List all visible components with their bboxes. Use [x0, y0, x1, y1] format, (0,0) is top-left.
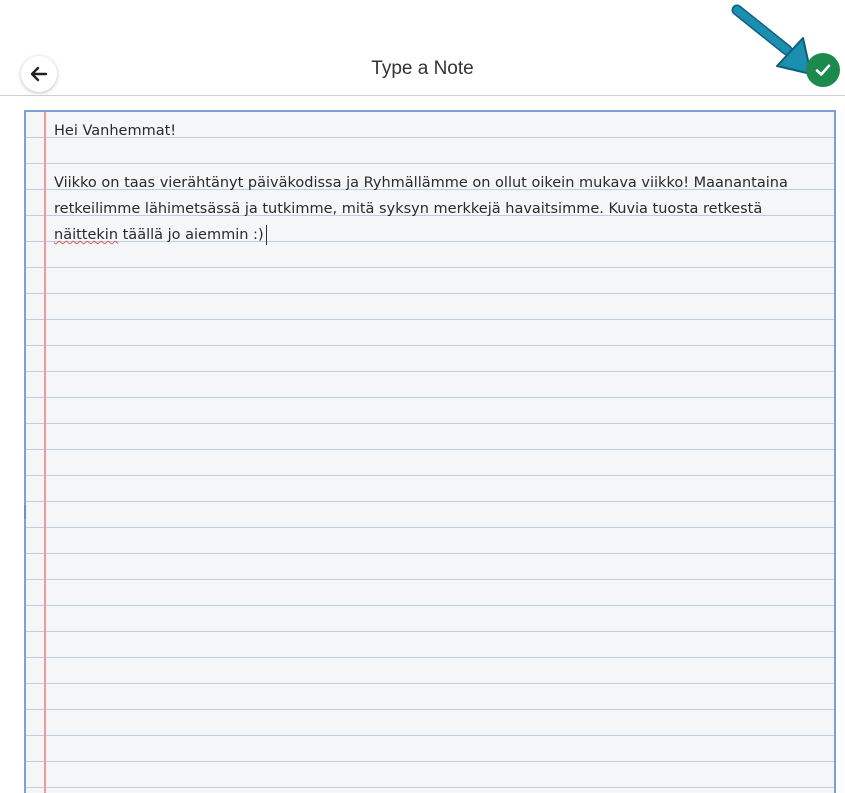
note-text-area[interactable]: Hei Vanhemmat! Viikko on taas vierähtäny… [24, 110, 836, 793]
note-greeting: Hei Vanhemmat! [54, 123, 177, 139]
side-drawer-handle[interactable] [24, 505, 26, 519]
header-divider [0, 95, 845, 96]
note-body-text: Viikko on taas vierähtänyt päiväkodissa … [54, 175, 788, 217]
note-body: Viikko on taas vierähtänyt päiväkodissa … [54, 170, 824, 248]
page-title: Type a Note [371, 58, 474, 79]
text-cursor [265, 225, 267, 245]
paper-margin-line [44, 112, 46, 793]
header-bar: Type a Note [0, 0, 845, 96]
check-icon [815, 64, 831, 76]
misspelled-word[interactable]: näittekin [54, 227, 118, 243]
note-editor-screen: Type a Note Hei Vanhemmat! Viikko on taa… [0, 0, 845, 793]
confirm-button[interactable] [806, 53, 840, 87]
note-body-text-end: täällä jo aiemmin :) [118, 227, 264, 243]
note-content[interactable]: Hei Vanhemmat! Viikko on taas vierähtäny… [54, 118, 824, 248]
